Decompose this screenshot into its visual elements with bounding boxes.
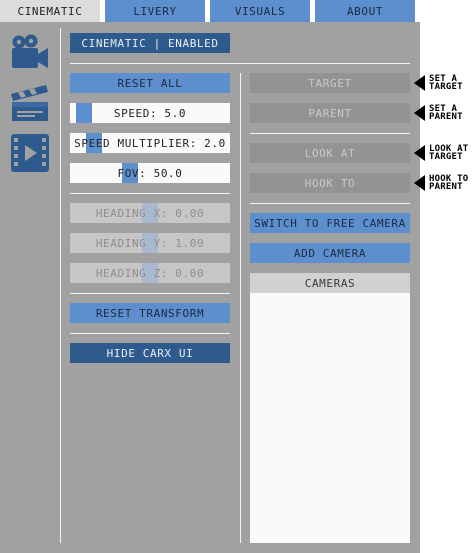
- add-camera-button[interactable]: ADD CAMERA: [250, 243, 410, 263]
- hint-set-target: SET A TARGET: [414, 75, 463, 92]
- column-divider: [240, 73, 241, 543]
- speed-label: SPEED: 5.0: [113, 106, 187, 120]
- heading-x-label: HEADING X: 0.00: [95, 206, 205, 220]
- heading-y-label: HEADING Y: 1.00: [95, 236, 205, 250]
- arrow-left-icon: [414, 175, 425, 191]
- heading-x-slider[interactable]: HEADING X: 0.00: [70, 203, 230, 223]
- divider: [70, 193, 230, 194]
- heading-z-label: HEADING Z: 0.00: [95, 266, 205, 280]
- divider: [70, 63, 410, 64]
- hide-ui-button[interactable]: HIDE CARX UI: [70, 343, 230, 363]
- speed-slider[interactable]: SPEED: 5.0: [70, 103, 230, 123]
- sidebar-divider: [60, 28, 61, 543]
- free-camera-button[interactable]: SWITCH TO FREE CAMERA: [250, 213, 410, 233]
- video-camera-icon[interactable]: [10, 33, 50, 73]
- tab-visuals[interactable]: VISUALS: [210, 0, 310, 22]
- fov-slider[interactable]: FOV: 50.0: [70, 163, 230, 183]
- arrow-left-icon: [414, 105, 425, 121]
- clapperboard-icon[interactable]: [10, 83, 50, 123]
- reset-all-button[interactable]: RESET ALL: [70, 73, 230, 93]
- reset-transform-button[interactable]: RESET TRANSFORM: [70, 303, 230, 323]
- divider: [70, 293, 230, 294]
- cameras-header: CAMERAS: [250, 273, 410, 293]
- fov-label: FOV: 50.0: [117, 166, 183, 180]
- tab-about[interactable]: ABOUT: [315, 0, 415, 22]
- tab-livery[interactable]: LIVERY: [105, 0, 205, 22]
- target-button[interactable]: TARGET: [250, 73, 410, 93]
- hint-line: TARGET: [429, 82, 463, 92]
- divider: [70, 333, 230, 334]
- hint-hook-to-parent: HOOK TO PARENT: [414, 175, 468, 192]
- heading-y-slider[interactable]: HEADING Y: 1.00: [70, 233, 230, 253]
- hint-set-parent: SET A PARENT: [414, 105, 463, 122]
- speed-multiplier-slider[interactable]: SPEED MULTIPLIER: 2.0: [70, 133, 230, 153]
- hint-line: PARENT: [429, 112, 463, 122]
- status-badge: CINEMATIC | ENABLED: [70, 33, 230, 53]
- cameras-list[interactable]: [250, 293, 410, 543]
- arrow-left-icon: [414, 145, 425, 161]
- film-play-icon[interactable]: [10, 133, 50, 173]
- heading-z-slider[interactable]: HEADING Z: 0.00: [70, 263, 230, 283]
- divider: [250, 203, 410, 204]
- tab-cinematic[interactable]: CINEMATIC: [0, 0, 100, 22]
- hint-look-at-target: LOOK AT TARGET: [414, 145, 468, 162]
- arrow-left-icon: [414, 75, 425, 91]
- parent-button[interactable]: PARENT: [250, 103, 410, 123]
- hint-line: TARGET: [429, 152, 463, 162]
- divider: [250, 133, 410, 134]
- look-at-button[interactable]: LOOK AT: [250, 143, 410, 163]
- speed-multiplier-label: SPEED MULTIPLIER: 2.0: [74, 136, 226, 150]
- hint-line: PARENT: [429, 182, 463, 192]
- hook-to-button[interactable]: HOOK TO: [250, 173, 410, 193]
